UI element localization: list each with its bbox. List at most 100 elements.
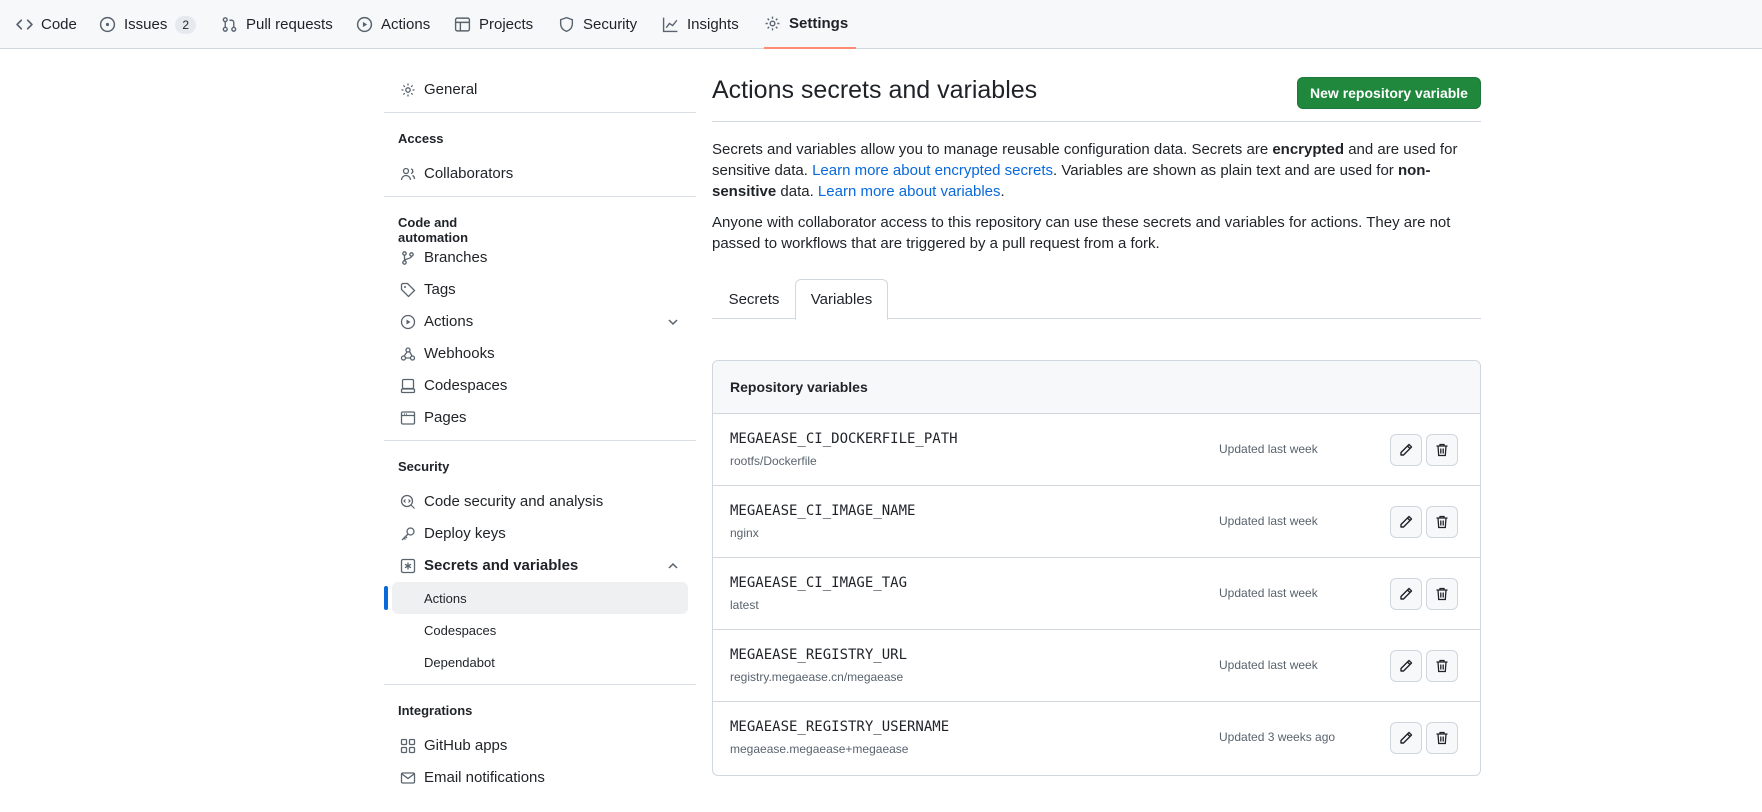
tag-icon [399,281,416,298]
sidebar-subitem-label: Actions [424,590,467,606]
tab-label: Settings [789,15,849,32]
edit-variable-button[interactable] [1390,650,1422,682]
variables-link[interactable]: Learn more about variables [818,183,1001,200]
active-indicator [384,586,388,610]
sidebar-item-codespaces[interactable]: Codespaces [392,369,688,401]
updated-time: Updated 3 weeks ago [1219,730,1336,744]
page-title: Actions secrets and variables [712,76,1038,104]
delete-variable-button[interactable] [1426,722,1458,754]
encrypted-secrets-link[interactable]: Learn more about encrypted secrets [812,162,1053,179]
chevron-up-icon[interactable] [666,559,680,573]
trash-icon [1436,443,1448,457]
trash-icon [1436,731,1448,745]
pencil-icon [1400,587,1413,600]
sidebar-subitem-actions[interactable]: Actions [392,582,688,614]
title-divider [712,121,1481,122]
sidebar-heading-security: Security [398,459,450,474]
edit-variable-button[interactable] [1390,578,1422,610]
sidebar-item-label: Branches [424,248,488,266]
issues-count-badge: 2 [175,15,197,34]
table-row: MEGAEASE_CI_IMAGE_NAME nginx Updated last … [713,486,1480,558]
sidebar-heading-integrations: Integrations [398,703,473,718]
tab-label: Projects [479,16,534,33]
variable-name: MEGAEASE_REGISTRY_USERNAME [730,719,950,735]
sidebar-item-label: Collaborators [424,164,514,182]
sidebar-item-github-apps[interactable]: GitHub apps [392,729,688,761]
sidebar-divider [384,684,696,685]
sidebar-item-label: Email notifications [424,768,545,786]
sidebar-item-label: Pages [424,408,467,426]
variable-value: nginx [730,526,759,540]
updated-time: Updated last week [1219,442,1318,456]
sidebar-item-label: Deploy keys [424,524,506,542]
apps-icon [399,737,416,754]
tab-secrets[interactable]: Secrets [712,279,796,320]
updated-time: Updated last week [1219,586,1318,600]
tab-insights[interactable]: Insights [662,0,739,49]
chevron-down-icon[interactable] [666,315,680,329]
tab-code[interactable]: Code [16,0,77,49]
sidebar-subitem-codespaces[interactable]: Codespaces [392,614,688,646]
trash-icon [1436,587,1448,601]
repository-variables-box: Repository variables MEGAEASE_CI_DOCKERF… [712,360,1481,776]
tab-pull-requests[interactable]: Pull requests [221,0,333,49]
variable-value: latest [730,598,759,612]
delete-variable-button[interactable] [1426,578,1458,610]
sidebar-divider [384,440,696,441]
tab-settings[interactable]: Settings [764,0,857,49]
sidebar-item-deploy-keys[interactable]: Deploy keys [392,517,688,549]
table-row: MEGAEASE_CI_DOCKERFILE_PATH rootfs/Docker… [713,414,1480,486]
sidebar-item-webhooks[interactable]: Webhooks [392,337,688,369]
tab-actions[interactable]: Actions [356,0,430,49]
box-header: Repository variables [713,361,1480,414]
variable-name: MEGAEASE_CI_IMAGE_NAME [730,503,916,519]
sidebar-item-pages[interactable]: Pages [392,401,688,433]
sidebar-divider [384,196,696,197]
sidebar-item-email-notifications[interactable]: Email notifications [392,761,688,793]
sidebar-item-code-security[interactable]: Code security and analysis [392,485,688,517]
box-title: Repository variables [730,379,868,395]
table-row: MEGAEASE_REGISTRY_URL registry.megaease.c… [713,630,1480,702]
codespaces-icon [399,377,416,394]
tab-label: Code [41,16,77,33]
sidebar-item-branches[interactable]: Branches [392,241,688,273]
description-text: data. [776,183,818,200]
webhook-icon [399,345,416,362]
description-text: . Variables are shown as plain text and … [1053,162,1398,179]
delete-variable-button[interactable] [1426,506,1458,538]
variable-value: rootfs/Dockerfile [730,454,817,468]
edit-variable-button[interactable] [1390,434,1422,466]
sidebar-item-actions[interactable]: Actions [392,305,688,337]
sidebar-item-general[interactable]: General [392,73,688,105]
tab-projects[interactable]: Projects [454,0,533,49]
tab-label: Insights [687,16,739,33]
pencil-icon [1400,659,1413,672]
sidebar-item-secrets-variables[interactable]: Secrets and variables [392,549,688,581]
description-text: . [1000,183,1005,200]
codescan-icon [399,493,416,510]
sidebar-heading-access: Access [398,131,444,146]
sidebar-item-label: Secrets and variables [424,556,579,574]
play-icon [399,313,416,330]
tab-issues[interactable]: Issues 2 [99,0,197,49]
sidebar-item-tags[interactable]: Tags [392,273,688,305]
delete-variable-button[interactable] [1426,650,1458,682]
trash-icon [1436,515,1448,529]
sidebar-divider [384,112,696,113]
sidebar-item-collaborators[interactable]: Collaborators [392,157,688,189]
sidebar-item-label: Code security and analysis [424,492,604,510]
new-repository-variable-button[interactable]: New repository variable [1297,77,1481,109]
table-row: MEGAEASE_REGISTRY_USERNAME megaease.megae… [713,702,1480,774]
browser-icon [399,409,416,426]
edit-variable-button[interactable] [1390,506,1422,538]
variable-name: MEGAEASE_CI_DOCKERFILE_PATH [730,431,958,447]
edit-variable-button[interactable] [1390,722,1422,754]
trash-icon [1436,659,1448,673]
tab-variables[interactable]: Variables [795,279,888,320]
sidebar-subitem-dependabot[interactable]: Dependabot [392,646,688,678]
tab-security[interactable]: Security [558,0,637,49]
sidebar-item-label: General [424,80,478,98]
delete-variable-button[interactable] [1426,434,1458,466]
table-row: MEGAEASE_CI_IMAGE_TAG latest Updated last … [713,558,1480,630]
sidebar-item-label: Webhooks [424,344,495,362]
